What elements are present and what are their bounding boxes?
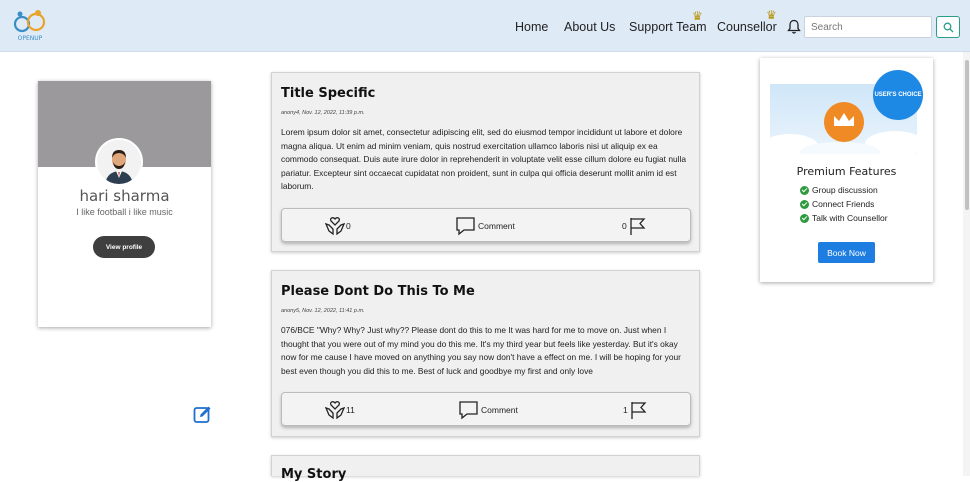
post-card: Please Dont Do This To Me anony5, Nov. 1… — [271, 270, 700, 437]
search-icon — [943, 22, 953, 32]
nav-about-us[interactable]: About Us — [564, 20, 615, 34]
premium-card: USER'S CHOICE Premium Features Group dis… — [760, 58, 933, 282]
avatar[interactable] — [95, 138, 143, 186]
support-count: 0 — [346, 221, 351, 231]
comment-label: Comment — [478, 221, 515, 231]
post-title[interactable]: My Story — [281, 467, 346, 482]
profile-name: hari sharma — [79, 187, 170, 205]
comment-label: Comment — [481, 405, 518, 415]
premium-title: Premium Features — [796, 165, 897, 178]
support-count: 11 — [346, 405, 355, 415]
report-button[interactable]: 0 — [622, 215, 646, 237]
post-title[interactable]: Please Dont Do This To Me — [281, 284, 475, 299]
comment-icon — [459, 401, 478, 420]
comment-button[interactable]: Comment — [458, 399, 518, 421]
search-input[interactable] — [804, 16, 932, 38]
comment-icon — [456, 217, 475, 236]
users-choice-badge: USER'S CHOICE — [873, 70, 923, 120]
crown-icon: ♛ — [766, 8, 777, 22]
report-button[interactable]: 1 — [623, 399, 647, 421]
navbar: OPENUP Home About Us Support Team ♛ Coun… — [0, 0, 970, 52]
feature-item: Connect Friends — [800, 199, 874, 209]
nav-counsellor[interactable]: Counsellor — [717, 20, 777, 34]
openup-logo[interactable]: OPENUP — [12, 8, 48, 46]
post-action-bar: 11 Comment 1 — [281, 392, 691, 426]
flag-icon — [631, 402, 647, 419]
support-button[interactable]: 0 — [324, 215, 351, 237]
support-button[interactable]: 11 — [324, 399, 355, 421]
profile-card: hari sharma I like football i like music… — [38, 81, 211, 327]
edit-icon[interactable] — [193, 405, 212, 424]
feature-label: Talk with Counsellor — [812, 213, 888, 223]
post-body: 076/BCE "Why? Why? Just why?? Please don… — [281, 325, 681, 376]
crown-icon: ♛ — [692, 9, 703, 23]
scrollbar-thumb[interactable] — [965, 60, 969, 210]
search-button[interactable] — [936, 16, 960, 38]
book-now-button[interactable]: Book Now — [818, 242, 875, 263]
check-icon — [800, 213, 809, 223]
feature-item: Talk with Counsellor — [800, 213, 888, 223]
comment-button[interactable]: Comment — [455, 215, 515, 237]
profile-bio: I like football i like music — [76, 207, 173, 217]
logo-icon — [13, 10, 46, 33]
nav-home[interactable]: Home — [515, 20, 548, 34]
feature-label: Connect Friends — [812, 199, 875, 209]
post-meta: anony5, Nov. 12, 2022, 11:41 p.m. — [281, 308, 365, 314]
support-hands-icon — [324, 217, 346, 236]
post-card: My Story — [271, 455, 700, 482]
check-icon — [800, 199, 809, 209]
support-hands-icon — [324, 401, 346, 420]
flag-icon — [630, 218, 646, 235]
view-profile-button[interactable]: View profile — [93, 236, 155, 258]
check-icon — [800, 185, 809, 195]
logo-text: OPENUP — [17, 35, 43, 42]
post-meta: anony4, Nov. 12, 2022, 11:39 p.m. — [281, 110, 365, 116]
feature-label: Group discussion — [812, 185, 878, 195]
bell-icon[interactable] — [787, 19, 801, 35]
post-body: Lorem ipsum dolor sit amet, consectetur … — [281, 127, 687, 192]
post-card: Title Specific anony4, Nov. 12, 2022, 11… — [271, 72, 700, 252]
post-title[interactable]: Title Specific — [281, 86, 375, 101]
post-action-bar: 0 Comment 0 — [281, 208, 691, 242]
feature-item: Group discussion — [800, 185, 878, 195]
